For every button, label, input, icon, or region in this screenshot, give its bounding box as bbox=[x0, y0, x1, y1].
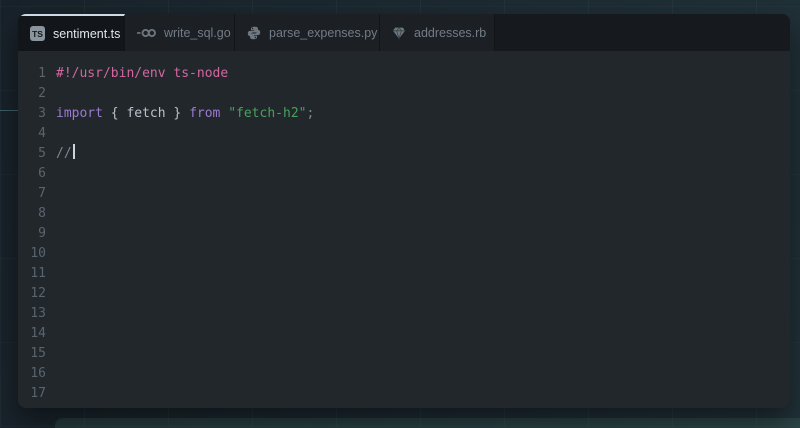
code-line[interactable]: 6 bbox=[18, 164, 790, 184]
tab-parse-expenses-py[interactable]: parse_expenses.py bbox=[235, 14, 380, 51]
code-text bbox=[46, 224, 56, 244]
code-lines: 1#!/usr/bin/env ts-node23import { fetch … bbox=[18, 64, 790, 404]
code-text bbox=[46, 84, 56, 104]
token-keyword: import bbox=[56, 106, 103, 121]
code-line[interactable]: 2 bbox=[18, 84, 790, 104]
code-text bbox=[46, 184, 56, 204]
token-plain: { fetch } bbox=[103, 106, 189, 121]
code-editor[interactable]: 1#!/usr/bin/env ts-node23import { fetch … bbox=[18, 51, 790, 408]
code-line[interactable]: 11 bbox=[18, 264, 790, 284]
code-line[interactable]: 1 #!/usr/bin/env ts-node bbox=[18, 64, 790, 84]
line-number: 9 bbox=[18, 224, 46, 244]
token-keyword: from bbox=[189, 106, 220, 121]
code-text: #!/usr/bin/env ts-node bbox=[46, 64, 228, 84]
ruby-icon bbox=[392, 26, 406, 40]
code-text: import { fetch } from "fetch-h2"; bbox=[46, 104, 314, 124]
tab-label: sentiment.ts bbox=[53, 27, 120, 41]
tab-sentiment-ts[interactable]: TS sentiment.ts bbox=[18, 14, 125, 51]
code-line[interactable]: 9 bbox=[18, 224, 790, 244]
line-number: 6 bbox=[18, 164, 46, 184]
token-comment: // bbox=[56, 146, 72, 161]
line-number: 10 bbox=[18, 244, 46, 264]
line-number: 1 bbox=[18, 64, 46, 84]
python-icon bbox=[247, 26, 261, 40]
code-line[interactable]: 10 bbox=[18, 244, 790, 264]
code-text bbox=[46, 344, 56, 364]
line-number: 5 bbox=[18, 144, 46, 164]
tab-bar: TS sentiment.ts write_sql.go bbox=[18, 14, 790, 51]
code-text bbox=[46, 264, 56, 284]
code-line[interactable]: 12 bbox=[18, 284, 790, 304]
tab-label: addresses.rb bbox=[414, 26, 486, 40]
code-line[interactable]: 14 bbox=[18, 324, 790, 344]
line-number: 4 bbox=[18, 124, 46, 144]
code-text bbox=[46, 164, 56, 184]
tab-write-sql-go[interactable]: write_sql.go bbox=[125, 14, 235, 51]
code-line[interactable]: 3import { fetch } from "fetch-h2"; bbox=[18, 104, 790, 124]
token-punct: ; bbox=[306, 106, 314, 121]
token-string: "fetch-h2" bbox=[228, 106, 306, 121]
code-text bbox=[46, 364, 56, 384]
tab-label: write_sql.go bbox=[164, 26, 231, 40]
code-line[interactable]: 4 bbox=[18, 124, 790, 144]
code-line[interactable]: 13 bbox=[18, 304, 790, 324]
line-number: 3 bbox=[18, 104, 46, 124]
code-text: // bbox=[46, 144, 75, 164]
typescript-icon: TS bbox=[30, 26, 45, 41]
line-number: 13 bbox=[18, 304, 46, 324]
code-text bbox=[46, 384, 56, 404]
code-line[interactable]: 15 bbox=[18, 344, 790, 364]
text-cursor bbox=[73, 144, 75, 159]
line-number: 11 bbox=[18, 264, 46, 284]
code-line[interactable]: 17 bbox=[18, 384, 790, 404]
line-number: 14 bbox=[18, 324, 46, 344]
code-text bbox=[46, 124, 56, 144]
line-number: 7 bbox=[18, 184, 46, 204]
line-number: 8 bbox=[18, 204, 46, 224]
line-number: 12 bbox=[18, 284, 46, 304]
code-text bbox=[46, 284, 56, 304]
code-line[interactable]: 8 bbox=[18, 204, 790, 224]
line-number: 16 bbox=[18, 364, 46, 384]
line-number: 17 bbox=[18, 384, 46, 404]
code-line[interactable]: 5 // bbox=[18, 144, 790, 164]
code-line[interactable]: 7 bbox=[18, 184, 790, 204]
go-icon bbox=[137, 27, 156, 39]
tab-label: parse_expenses.py bbox=[269, 26, 377, 40]
code-text bbox=[46, 204, 56, 224]
background-accent-line bbox=[0, 110, 18, 111]
tab-addresses-rb[interactable]: addresses.rb bbox=[380, 14, 495, 51]
code-text bbox=[46, 324, 56, 344]
token-shebang: #!/usr/bin/env ts-node bbox=[56, 66, 228, 81]
code-editor-window: TS sentiment.ts write_sql.go bbox=[18, 14, 790, 408]
code-line[interactable]: 16 bbox=[18, 364, 790, 384]
code-text bbox=[46, 244, 56, 264]
line-number: 2 bbox=[18, 84, 46, 104]
line-number: 15 bbox=[18, 344, 46, 364]
code-text bbox=[46, 304, 56, 324]
